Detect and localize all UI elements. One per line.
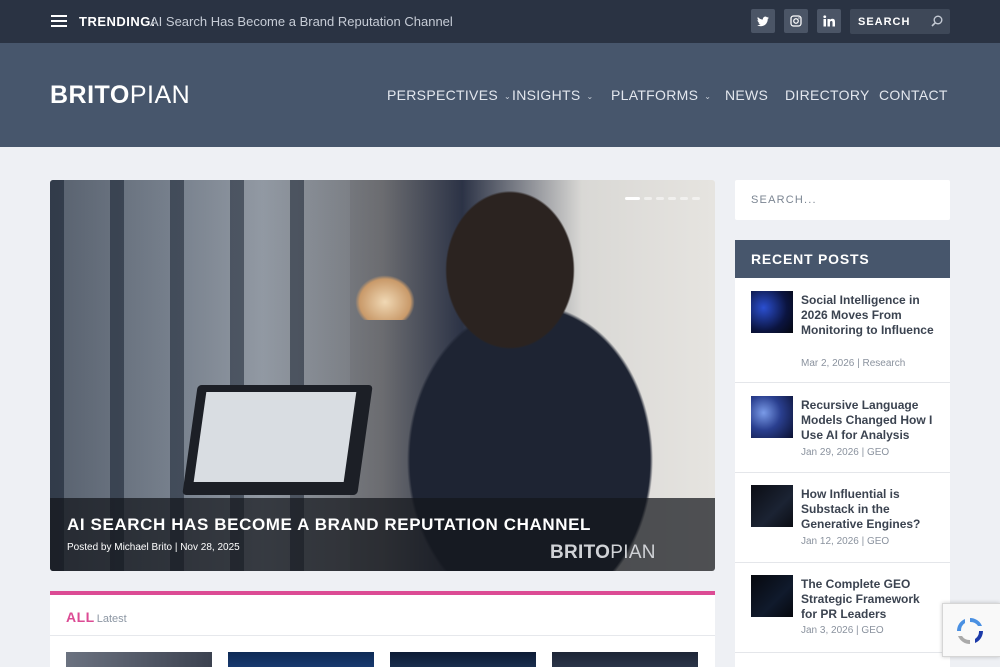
slider-dot[interactable] [656,197,664,200]
slider-dot[interactable] [668,197,676,200]
featured-caption: AI SEARCH HAS BECOME A BRAND REPUTATION … [50,498,715,571]
post-thumbnail[interactable] [751,396,793,438]
recent-posts-widget: RECENT POSTS Social Intelligence in 2026… [735,240,950,667]
recaptcha-badge[interactable] [942,603,1000,657]
post-thumbnail[interactable] [390,652,536,667]
nav-label: PLATFORMS [611,87,699,103]
nav-label: NEWS [725,87,769,103]
logo-text-bold: BRITO [50,81,130,109]
post-thumbnail[interactable] [66,652,212,667]
nav-directory[interactable]: DIRECTORY [785,87,870,103]
post-title[interactable]: Recursive Language Models Changed How I … [801,398,937,443]
recent-post-item[interactable]: The Complete GEO Strategic Framework for… [735,563,950,653]
slider-pagination [625,197,700,200]
slider-dot[interactable] [680,197,688,200]
post-title[interactable]: The Complete GEO Strategic Framework for… [801,577,937,622]
chevron-down-icon: ⌄ [704,91,712,101]
nav-label: CONTACT [879,87,948,103]
chevron-down-icon: ⌄ [503,91,511,101]
post-meta: Jan 12, 2026 | GEO [801,536,890,547]
linkedin-icon[interactable] [817,9,841,33]
featured-watermark-logo: BRITOPIAN [550,542,656,564]
nav-news[interactable]: NEWS [725,87,768,103]
recent-posts-header: RECENT POSTS [735,240,950,278]
logo-text-light: PIAN [129,81,191,109]
top-bar: TRENDING: AI Search Has Become a Brand R… [0,0,1000,43]
post-thumbnail[interactable] [552,652,698,667]
slider-dot[interactable] [692,197,700,200]
slider-dot[interactable] [644,197,652,200]
twitter-icon[interactable] [751,9,775,33]
trending-headline-link[interactable]: AI Search Has Become a Brand Reputation … [150,14,453,29]
featured-post-title[interactable]: AI SEARCH HAS BECOME A BRAND REPUTATION … [67,515,591,535]
all-section-header: ALL Latest [66,609,127,627]
top-search-box [850,9,950,34]
all-tab[interactable]: ALL [66,609,95,625]
nav-label: DIRECTORY [785,87,870,103]
post-meta: Mar 2, 2026 | Research [801,358,906,369]
nav-insights[interactable]: INSIGHTS ⌄ [512,87,594,103]
post-meta: Jan 29, 2026 | GEO [801,447,890,458]
post-thumbnail[interactable] [228,652,374,667]
sidebar-search-box [735,180,950,220]
site-header: BRITOPIAN PERSPECTIVES ⌄ INSIGHTS ⌄ PLATFO… [0,43,1000,147]
featured-image-laptop-screen [193,392,357,482]
watermark-text-bold: BRITO [550,542,611,563]
recent-post-item[interactable]: Recursive Language Models Changed How I … [735,383,950,473]
divider [50,635,715,636]
recaptcha-icon [957,618,983,644]
search-icon[interactable] [930,14,944,28]
featured-post-meta: Posted by Michael Brito | Nov 28, 2025 [67,542,240,553]
post-thumbnail[interactable] [751,485,793,527]
post-thumbnail[interactable] [751,575,793,617]
nav-label: PERSPECTIVES [387,87,498,103]
all-posts-section: ALL Latest [50,591,715,667]
sidebar-search-input[interactable] [751,192,931,208]
watermark-text-light: PIAN [610,542,656,563]
top-search-input[interactable] [858,14,928,29]
post-title[interactable]: How Influential is Substack in the Gener… [801,487,937,532]
nav-perspectives[interactable]: PERSPECTIVES ⌄ [387,87,511,103]
latest-subtab[interactable]: Latest [97,613,127,625]
nav-contact[interactable]: CONTACT [879,87,948,103]
post-meta: Jan 3, 2026 | GEO [801,625,884,636]
site-logo[interactable]: BRITOPIAN [50,81,190,110]
trending-label: TRENDING: [79,14,156,29]
recent-post-item[interactable]: How Influential is Substack in the Gener… [735,473,950,563]
hamburger-menu-icon[interactable] [51,15,67,27]
post-thumbnail[interactable] [751,291,793,333]
featured-slider[interactable]: AI SEARCH HAS BECOME A BRAND REPUTATION … [50,180,715,571]
nav-platforms[interactable]: PLATFORMS ⌄ [611,87,711,103]
instagram-icon[interactable] [784,9,808,33]
recent-post-item[interactable]: Social Intelligence in 2026 Moves From M… [735,278,950,383]
recent-posts-title: RECENT POSTS [751,251,870,267]
nav-label: INSIGHTS [512,87,581,103]
chevron-down-icon: ⌄ [586,91,594,101]
post-title[interactable]: Social Intelligence in 2026 Moves From M… [801,293,937,338]
slider-dot[interactable] [625,197,640,200]
